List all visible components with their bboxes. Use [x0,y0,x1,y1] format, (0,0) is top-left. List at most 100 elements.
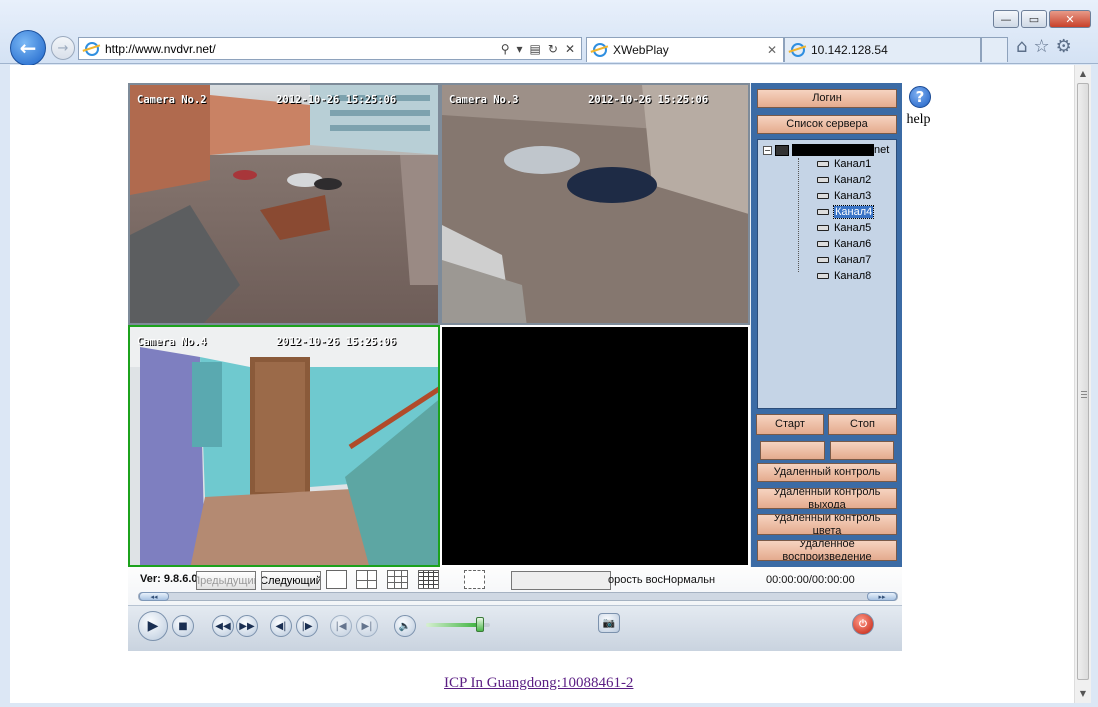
player-control-bar: Ver: 9.8.6.0 Предыдущий Следующий орость… [128,567,902,651]
icp-footer-link[interactable]: ICP In Guangdong:10088461-2 [444,675,633,692]
address-bar[interactable]: http://www.nvdvr.net/ ⚲ ▾ ▤ ↻ ✕ [78,37,582,60]
tab-xwebplay[interactable]: XWebPlay ✕ [586,37,784,62]
next-button[interactable]: Следующий [261,571,321,590]
search-icon[interactable]: ⚲ [501,42,510,56]
fast-forward-button[interactable]: ▶▶ [236,615,258,637]
camera-2-feed [130,85,438,323]
blank-button-2[interactable] [830,441,894,460]
channel-node-1[interactable]: Канал1 [817,156,871,171]
close-tab-icon[interactable]: ✕ [767,43,777,57]
remote-playback-button[interactable]: Удаленное воспроизведение [757,540,897,561]
prev-file-button[interactable]: |◀ [330,615,352,637]
back-button[interactable]: ← [10,30,46,66]
fullscreen-icon[interactable] [464,570,485,589]
scroll-up-icon[interactable]: ▲ [1075,65,1091,81]
rewind-button[interactable]: ◀◀ [212,615,234,637]
camera-4-feed [130,327,438,565]
remote-output-button[interactable]: Удаленный контроль выхода [757,488,897,509]
camera-view-3[interactable]: Camera No.3 2012-10-26 15:25:06 [440,83,750,325]
channel-node-8[interactable]: Канал8 [817,268,871,283]
minimize-button[interactable]: — [993,10,1019,28]
volume-icon[interactable]: 🔈 [394,615,416,637]
camera-2-label: Camera No.2 2012-10-26 15:25:06 [137,94,397,106]
server-list-button[interactable]: Список сервера [757,115,897,134]
layout-2x2-icon[interactable] [356,570,377,589]
blank-button-1[interactable] [760,441,825,460]
snapshot-camera-icon[interactable]: 📷 [598,613,620,633]
help-label[interactable]: help [906,112,931,128]
volume-knob[interactable] [476,617,485,632]
grip-icon [1081,391,1087,398]
restore-button[interactable]: ▭ [1021,10,1047,28]
camera-icon [817,256,829,263]
tab-ip[interactable]: 10.142.128.54 [784,37,981,62]
vertical-scrollbar[interactable]: ▲ ▼ [1074,65,1091,703]
seek-bar[interactable]: ◂◂ ▸▸ [138,592,898,601]
tab-label: 10.142.128.54 [811,43,888,57]
tree-line [798,158,799,272]
power-icon[interactable]: ⏻ [852,613,874,635]
stop-button[interactable]: Стоп [828,414,897,435]
collapse-icon[interactable]: − [763,145,772,155]
server-node[interactable]: − net [763,144,889,156]
address-url[interactable]: http://www.nvdvr.net/ [105,42,216,56]
speed-label: орость восНормальн [608,574,716,586]
channel-node-6[interactable]: Канал6 [817,236,871,251]
arrow-right-icon: → [57,40,69,56]
seek-forward-icon[interactable]: ▸▸ [867,592,897,601]
new-tab-button[interactable] [981,37,1008,62]
seek-back-icon[interactable]: ◂◂ [139,592,169,601]
scrollbar-thumb[interactable] [1077,83,1089,680]
camera-icon [817,272,829,279]
play-button[interactable]: ▶ [138,611,168,641]
browser-chrome: — ▭ ✕ ← → http://www.nvdvr.net/ ⚲ ▾ ▤ ↻ … [0,0,1098,66]
camera-view-empty[interactable] [440,325,750,567]
layout-1x1-icon[interactable] [326,570,347,589]
camera-icon [817,160,829,167]
server-name-redacted [792,144,874,156]
camera-view-4[interactable]: Camera No.4 2012-10-26 15:25:06 [128,325,440,567]
refresh-icon[interactable]: ↻ [548,42,558,56]
speed-field[interactable] [511,571,611,590]
dropdown-icon[interactable]: ▾ [517,42,523,56]
camera-icon [817,208,829,215]
scroll-down-icon[interactable]: ▼ [1075,685,1091,701]
volume-fill [426,623,481,627]
channel-node-7[interactable]: Канал7 [817,252,871,267]
layout-4x4-icon[interactable] [418,570,439,589]
remote-control-button[interactable]: Удаленный контроль [757,463,897,482]
camera-view-2[interactable]: Camera No.2 2012-10-26 15:25:06 [128,83,440,325]
arrow-left-icon: ← [19,36,37,60]
remote-color-button[interactable]: Удаленный контроль цвета [757,514,897,535]
gear-icon[interactable]: ⚙ [1056,36,1072,57]
step-back-button[interactable]: ◀| [270,615,292,637]
volume-slider[interactable] [426,617,490,632]
channel-node-4[interactable]: Канал4 [817,204,875,219]
login-button[interactable]: Логин [757,89,897,108]
channel-node-5[interactable]: Канал5 [817,220,871,235]
camera-icon [817,176,829,183]
time-display: 00:00:00/00:00:00 [766,574,855,586]
help-icon[interactable]: ? [909,86,931,108]
prev-button[interactable]: Предыдущий [196,571,256,590]
ie-icon [85,41,99,56]
favorites-star-icon[interactable]: ☆ [1033,36,1049,57]
layout-3x3-icon[interactable] [387,570,408,589]
stop-playback-button[interactable]: ■ [172,615,194,637]
close-window-button[interactable]: ✕ [1049,10,1091,28]
forward-button[interactable]: → [51,36,75,60]
camera-3-feed [442,85,748,323]
device-tree: − net Канал1 Канал2 Канал3 Канал4 Канал5… [757,139,897,409]
channel-node-3[interactable]: Канал3 [817,188,871,203]
help-widget[interactable]: ? help [906,86,931,128]
control-panel: Логин Список сервера − net Канал1 Канал2… [751,83,902,567]
step-forward-button[interactable]: |▶ [296,615,318,637]
next-file-button[interactable]: ▶| [356,615,378,637]
home-icon[interactable]: ⌂ [1016,36,1027,57]
version-label: Ver: 9.8.6.0 [140,573,198,585]
camera-4-label: Camera No.4 2012-10-26 15:25:06 [137,336,397,348]
stop-icon[interactable]: ✕ [565,42,575,56]
channel-node-2[interactable]: Канал2 [817,172,871,187]
start-button[interactable]: Старт [756,414,824,435]
compat-view-icon[interactable]: ▤ [530,42,541,56]
